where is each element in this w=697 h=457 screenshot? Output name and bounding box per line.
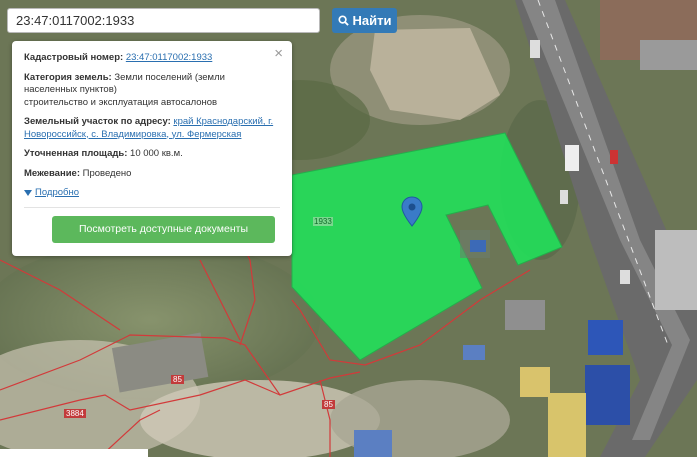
search-input[interactable] bbox=[7, 8, 320, 33]
category-purpose: строительство и эксплуатация автосалонов bbox=[24, 96, 218, 108]
category-label: Категория земель: bbox=[24, 71, 112, 83]
address-label: Земельный участок по адресу: bbox=[24, 116, 171, 127]
area-label: Уточненная площадь: bbox=[24, 148, 128, 159]
area-value: 10 000 кв.м. bbox=[130, 148, 183, 159]
address-row: Земельный участок по адресу: край Красно… bbox=[24, 116, 280, 141]
search-button[interactable]: Найти bbox=[332, 8, 397, 33]
survey-value: Проведено bbox=[82, 167, 132, 179]
search-icon bbox=[337, 15, 349, 26]
cadastral-row: Кадастровый номер: 23:47:0117002:1933 bbox=[24, 52, 280, 65]
details-link-label: Подробно bbox=[35, 187, 79, 198]
close-icon[interactable]: × bbox=[274, 46, 283, 61]
location-marker-icon[interactable] bbox=[401, 196, 423, 227]
divider bbox=[24, 206, 280, 208]
map-footer-strip bbox=[0, 449, 148, 457]
parcel-label: 1933 bbox=[313, 217, 333, 226]
category-row: Категория земель: Земли поселений (земли… bbox=[24, 72, 280, 110]
triangle-down-icon bbox=[24, 190, 32, 197]
cadastral-label: Кадастровый номер: bbox=[24, 52, 124, 63]
survey-row: Межевание: Проведено bbox=[24, 168, 280, 181]
area-row: Уточненная площадь: 10 000 кв.м. bbox=[24, 148, 280, 161]
info-panel: × Кадастровый номер: 23:47:0117002:1933 … bbox=[12, 41, 292, 256]
plot-label: 85 bbox=[171, 375, 184, 384]
plot-label: 3884 bbox=[64, 409, 86, 418]
plot-label: 85 bbox=[322, 400, 335, 409]
survey-label: Межевание: bbox=[24, 167, 80, 179]
search-button-label: Найти bbox=[352, 13, 392, 28]
cadastral-number-link[interactable]: 23:47:0117002:1933 bbox=[126, 52, 212, 63]
details-link[interactable]: Подробно bbox=[24, 187, 280, 200]
view-documents-button[interactable]: Посмотреть доступные документы bbox=[52, 215, 275, 243]
